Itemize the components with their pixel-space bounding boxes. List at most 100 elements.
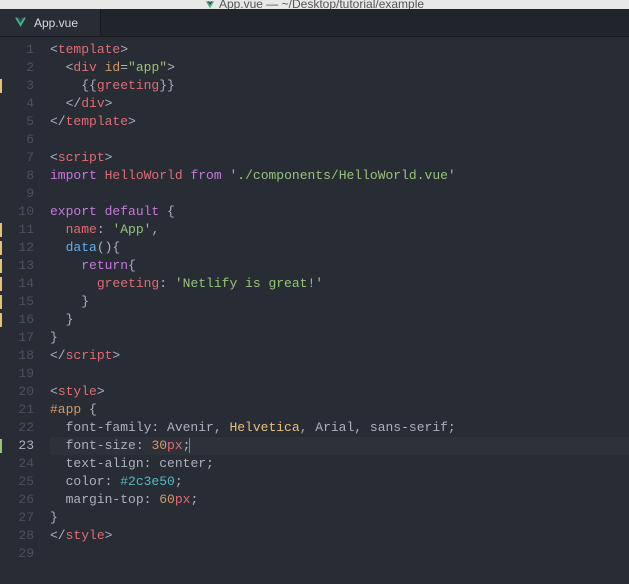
code-line[interactable]: greeting: 'Netlify is great!' xyxy=(50,275,629,293)
token: style xyxy=(58,384,97,399)
code-line[interactable]: export default { xyxy=(50,203,629,221)
window-title-bar: App.vue — ~/Desktop/tutorial/example xyxy=(0,0,629,9)
token: ; xyxy=(190,492,198,507)
token: { xyxy=(159,204,175,219)
line-number: 7 xyxy=(0,149,34,167)
code-line[interactable]: margin-top: 60px; xyxy=(50,491,629,509)
token: name xyxy=(66,222,97,237)
line-number: 21 xyxy=(0,401,34,419)
code-line[interactable]: #app { xyxy=(50,401,629,419)
token: Avenir xyxy=(167,420,214,435)
code-line[interactable]: } xyxy=(50,293,629,311)
token: HelloWorld xyxy=(105,168,183,183)
token: > xyxy=(167,60,175,75)
line-number-gutter: 1234567891011121314151617181920212223242… xyxy=(0,37,44,584)
token: : xyxy=(144,492,160,507)
token: } xyxy=(50,312,73,327)
code-line[interactable] xyxy=(50,365,629,383)
code-line[interactable]: } xyxy=(50,329,629,347)
code-line[interactable]: } xyxy=(50,311,629,329)
line-number: 23 xyxy=(0,437,34,455)
line-number: 13 xyxy=(0,257,34,275)
code-line[interactable]: </template> xyxy=(50,113,629,131)
token: : xyxy=(159,276,175,291)
token: { xyxy=(128,258,136,273)
token: : xyxy=(136,438,152,453)
token: } xyxy=(50,330,58,345)
code-line[interactable]: </style> xyxy=(50,527,629,545)
vue-file-icon xyxy=(14,16,27,29)
text-cursor xyxy=(189,438,190,453)
line-number: 9 xyxy=(0,185,34,203)
code-line[interactable]: } xyxy=(50,509,629,527)
gutter-mark xyxy=(0,259,2,273)
token: } xyxy=(50,510,58,525)
line-number: 4 xyxy=(0,95,34,113)
token: : xyxy=(97,222,113,237)
token: }} xyxy=(159,78,175,93)
token: (){ xyxy=(97,240,120,255)
token xyxy=(50,240,66,255)
code-line[interactable] xyxy=(50,545,629,563)
token xyxy=(50,276,97,291)
token: > xyxy=(105,528,113,543)
token: = xyxy=(120,60,128,75)
line-number: 14 xyxy=(0,275,34,293)
code-line[interactable]: font-family: Avenir, Helvetica, Arial, s… xyxy=(50,419,629,437)
token: </ xyxy=(50,114,66,129)
tab-filename: App.vue xyxy=(34,16,78,30)
code-line[interactable]: <script> xyxy=(50,149,629,167)
line-number: 18 xyxy=(0,347,34,365)
code-line[interactable]: <template> xyxy=(50,41,629,59)
token: template xyxy=(66,114,128,129)
code-line[interactable]: </div> xyxy=(50,95,629,113)
token: ; xyxy=(206,456,214,471)
line-number: 1 xyxy=(0,41,34,59)
code-line[interactable]: text-align: center; xyxy=(50,455,629,473)
token: 60 xyxy=(159,492,175,507)
token: default xyxy=(105,204,160,219)
token: color xyxy=(50,474,105,489)
line-number: 3 xyxy=(0,77,34,95)
line-number: 6 xyxy=(0,131,34,149)
token: ; xyxy=(448,420,456,435)
token: div xyxy=(81,96,104,111)
code-line[interactable]: </script> xyxy=(50,347,629,365)
line-number: 28 xyxy=(0,527,34,545)
token: > xyxy=(128,114,136,129)
code-line[interactable]: name: 'App', xyxy=(50,221,629,239)
code-line[interactable]: font-size: 30px; xyxy=(50,437,629,455)
token: Arial xyxy=(315,420,354,435)
tab-bar: App.vue xyxy=(0,9,629,37)
code-line[interactable]: data(){ xyxy=(50,239,629,257)
token: id xyxy=(105,60,121,75)
line-number: 2 xyxy=(0,59,34,77)
code-line[interactable]: <div id="app"> xyxy=(50,59,629,77)
line-number: 16 xyxy=(0,311,34,329)
token xyxy=(50,258,81,273)
code-line[interactable] xyxy=(50,185,629,203)
code-line[interactable] xyxy=(50,131,629,149)
token: > xyxy=(97,384,105,399)
token: script xyxy=(58,150,105,165)
token: div xyxy=(73,60,96,75)
token: font-family xyxy=(50,420,151,435)
code-line[interactable]: color: #2c3e50; xyxy=(50,473,629,491)
token: export xyxy=(50,204,97,219)
gutter-mark xyxy=(0,439,2,453)
token xyxy=(97,60,105,75)
token: px xyxy=(167,438,183,453)
token: { xyxy=(81,402,97,417)
gutter-mark xyxy=(0,295,2,309)
code-line[interactable]: {{greeting}} xyxy=(50,77,629,95)
code-content[interactable]: <template> <div id="app"> {{greeting}} <… xyxy=(44,37,629,584)
token: "app" xyxy=(128,60,167,75)
code-line[interactable]: <style> xyxy=(50,383,629,401)
vue-file-icon xyxy=(205,0,215,9)
token: script xyxy=(66,348,113,363)
code-line[interactable]: return{ xyxy=(50,257,629,275)
token: < xyxy=(50,60,73,75)
tab-app-vue[interactable]: App.vue xyxy=(0,9,101,36)
editor-area[interactable]: 1234567891011121314151617181920212223242… xyxy=(0,37,629,584)
code-line[interactable]: import HelloWorld from './components/Hel… xyxy=(50,167,629,185)
